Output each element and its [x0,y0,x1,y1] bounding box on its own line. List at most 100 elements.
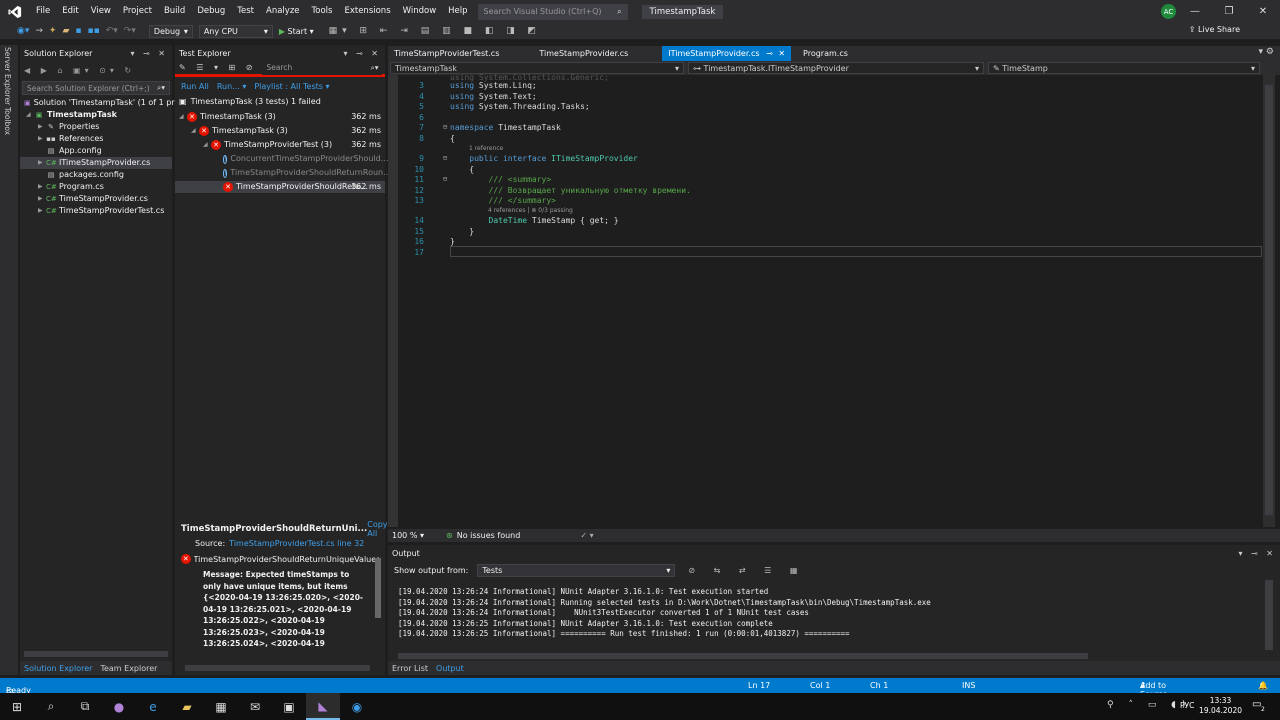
cortana-icon[interactable]: ● [102,693,136,720]
close-icon[interactable]: ✕ [778,49,785,58]
notification-bell-icon[interactable]: 🔔 [1258,681,1268,690]
open-icon[interactable]: ▰ [62,26,69,36]
tree-item-packages-config[interactable]: ▤ packages.config [20,169,172,181]
test-row[interactable]: ◢ ✕ TimestampTask (3) 362 ms [175,125,385,137]
expand-arrow-icon[interactable]: ◢ [203,139,211,151]
minimize-icon[interactable]: — [1178,6,1212,17]
run-all-button[interactable]: Run All [181,82,209,91]
tree-item-timestampprovider[interactable]: ▶ C# TimeStampProvider.cs [20,193,172,205]
configuration-select[interactable]: Debug ▾ [148,24,193,38]
menu-project[interactable]: Project [117,0,158,23]
expand-arrow-icon[interactable]: ▶ [38,205,46,217]
tree-item-itimestampprovider[interactable]: ▶ C# ITimeStampProvider.cs [20,157,172,169]
collapse-icon[interactable]: ⊟ [443,154,447,162]
codelens-references[interactable]: 1 reference [469,145,503,152]
tree-item-solution[interactable]: ▣ Solution 'TimestampTask' (1 of 1 pro [20,97,179,109]
expand-arrow-icon[interactable]: ▶ [38,193,46,205]
solution-explorer-tool-icons[interactable]: ◀ ▶ ⌂ ▣▾ ⊙▾ ↻ [24,66,135,75]
output-tool-icons[interactable]: ⊘ ⇆ ⇄ ☰ ▦ [688,566,805,575]
task-view-icon[interactable]: ⧉ [68,693,102,720]
menu-help[interactable]: Help [442,0,473,23]
tree-item-references[interactable]: ▶ ▪▪ References [20,133,172,145]
editor-vertical-scrollbar[interactable] [1263,75,1275,527]
test-row[interactable]: ! ConcurrentTimeStampProviderShould... [175,153,388,165]
vertical-scrollbar[interactable] [375,558,381,618]
type-nav-select[interactable]: ⊶ TimestampTask.ITimeStampProvider ▾ [688,62,984,74]
zoom-select[interactable]: 100 % ▾ [392,531,442,540]
run-button[interactable]: Run... ▾ [217,82,247,91]
menu-window[interactable]: Window [397,0,443,23]
tab-solution-explorer[interactable]: Solution Explorer [20,664,96,673]
test-row[interactable]: ! TimeStampProviderShouldReturnRoun... [175,167,391,179]
back-icon[interactable]: ◉▾ [17,26,29,36]
pane-controls[interactable]: ▾ ⊸ ✕ [343,49,381,58]
member-nav-select[interactable]: ✎ TimeStamp ▾ [988,62,1260,74]
issues-status[interactable]: No issues found [457,531,521,540]
horizontal-scrollbar[interactable] [185,665,370,671]
menu-debug[interactable]: Debug [191,0,231,23]
redo-icon[interactable]: ↷▾ [124,26,136,36]
search-icon[interactable]: ⌕ [34,693,68,720]
maximize-icon[interactable]: ❐ [1212,6,1246,17]
edge-icon[interactable]: e [136,693,170,720]
tab-overflow-icon[interactable]: ▾ ⚙ [1259,47,1274,57]
test-row[interactable]: ◢ ✕ TimeStampProviderTest (3) 362 ms [175,139,385,151]
menu-analyze[interactable]: Analyze [260,0,306,23]
tree-item-program[interactable]: ▶ C# Program.cs [20,181,172,193]
app-icon[interactable]: ▣ [272,693,306,720]
playlist-button[interactable]: Playlist : All Tests ▾ [254,82,329,91]
avatar[interactable]: AC [1161,4,1176,19]
store-icon[interactable]: ▦ [204,693,238,720]
close-icon[interactable]: ✕ [1246,6,1280,17]
tab-itimestampprovider[interactable]: ITimeStampProvider.cs ⊸ ✕ [662,46,792,61]
tree-item-app-config[interactable]: ▤ App.config [20,145,172,157]
app-icon-2[interactable]: ◉ [340,693,374,720]
undo-icon[interactable]: ↶▾ [106,26,118,36]
server-explorer-tab[interactable]: Server Explorer [3,47,12,105]
menu-test[interactable]: Test [231,0,260,23]
test-row-selected[interactable]: ✕ TimeStampProviderShouldRetu... 362 ms [175,181,385,193]
menu-tools[interactable]: Tools [306,0,339,23]
tab-team-explorer[interactable]: Team Explorer [96,664,161,673]
live-share-button[interactable]: ⇪ Live Share [1189,25,1240,34]
expand-arrow-icon[interactable]: ▶ [38,133,46,145]
save-icon[interactable]: ▪ [75,26,81,36]
menu-edit[interactable]: Edit [56,0,84,23]
horizontal-scrollbar[interactable] [398,653,1088,659]
test-toolbar-icons[interactable]: ✎ ☰ ▾ ⊞ ⊘ [179,63,256,72]
test-row[interactable]: ◢ ✕ TimestampTask (3) 362 ms [175,111,385,123]
tree-item-properties[interactable]: ▶ ✎ Properties [20,121,172,133]
pane-controls[interactable]: ▾ ⊸ ✕ [1238,549,1276,558]
vs-search-input[interactable]: Search Visual Studio (Ctrl+Q) ⌕ [477,3,628,20]
pin-icon[interactable]: ⊸ [766,49,773,58]
source-link[interactable]: TimeStampProviderTest.cs line 32 [229,539,364,548]
expand-arrow-icon[interactable]: ▶ [38,181,46,193]
tab-error-list[interactable]: Error List [388,664,432,673]
expand-arrow-icon[interactable]: ◢ [179,111,187,123]
windows-start-icon[interactable]: ⊞ [0,693,34,720]
output-source-select[interactable]: Tests ▾ [477,563,676,577]
language-indicator[interactable]: РУС [1180,701,1194,710]
test-search-input[interactable]: Search ⌕▾ [262,60,383,75]
scrollbar-track[interactable] [1265,85,1273,515]
mail-icon[interactable]: ✉ [238,693,272,720]
save-all-icon[interactable]: ▪▪ [88,26,100,36]
tab-timestampprovidertest[interactable]: TimeStampProviderTest.cs [388,46,505,61]
brush-icon[interactable]: ✓ ▾ [580,531,593,540]
expand-arrow-icon[interactable]: ◢ [26,109,34,121]
codelens-member[interactable]: 4 references | ⊗ 0/3 passing [488,207,573,214]
tree-item-timestampprovidertest[interactable]: ▶ C# TimeStampProviderTest.cs [20,205,172,217]
copy-all-button[interactable]: Copy All [367,520,387,538]
tab-output[interactable]: Output [432,664,468,673]
pane-controls[interactable]: ▾ ⊸ ✕ [130,49,168,58]
collapse-icon[interactable]: ⊟ [443,123,447,131]
add-to-source-control-button[interactable]: ↑ Add to Source Control ▴ [1140,681,1169,708]
expand-arrow-icon[interactable]: ▶ [38,157,46,169]
clock[interactable]: 13:33 19.04.2020 [1199,696,1242,716]
tab-timestampprovider[interactable]: TimeStampProvider.cs [533,46,634,61]
menu-view[interactable]: View [85,0,117,23]
new-project-icon[interactable]: ✦ [49,26,57,36]
solution-search-input[interactable]: Search Solution Explorer (Ctrl+;) ⌕▾ [22,81,170,95]
forward-icon[interactable]: → [35,26,43,36]
vertical-scrollbar[interactable] [1265,580,1273,650]
